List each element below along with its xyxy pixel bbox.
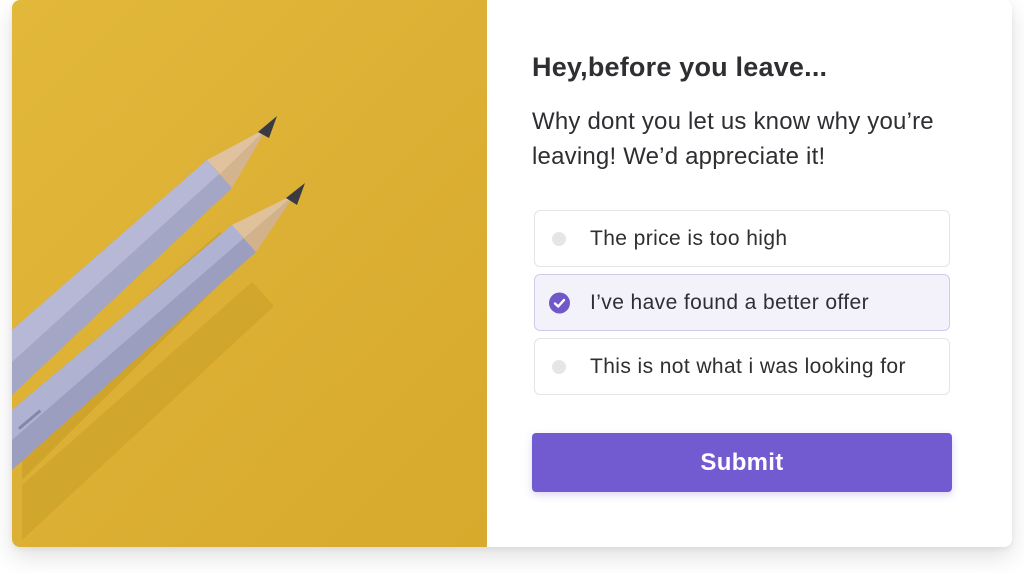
survey-content: Hey,before you leave... Why dont you let… (532, 0, 952, 547)
option-label: The price is too high (590, 226, 788, 250)
radio-checked-icon[interactable] (549, 292, 570, 313)
submit-button[interactable]: Submit (532, 433, 952, 492)
option-label: This is not what i was looking for (590, 354, 906, 378)
option-label: I’ve have found a better offer (590, 290, 869, 314)
option-better-offer[interactable]: I’ve have found a better offer (534, 274, 950, 331)
option-not-looking-for[interactable]: This is not what i was looking for (534, 338, 950, 395)
radio-unchecked-icon[interactable] (552, 359, 566, 374)
survey-subtitle: Why dont you let us know why you’re leav… (532, 108, 934, 170)
survey-title: Hey,before you leave... (532, 52, 828, 82)
pencils-image (12, 0, 487, 547)
option-price-too-high[interactable]: The price is too high (534, 210, 950, 267)
radio-unchecked-icon[interactable] (552, 231, 566, 246)
exit-survey-card: Hey,before you leave... Why dont you let… (12, 0, 1012, 547)
reason-options: The price is too high I’ve have found a … (534, 210, 950, 402)
